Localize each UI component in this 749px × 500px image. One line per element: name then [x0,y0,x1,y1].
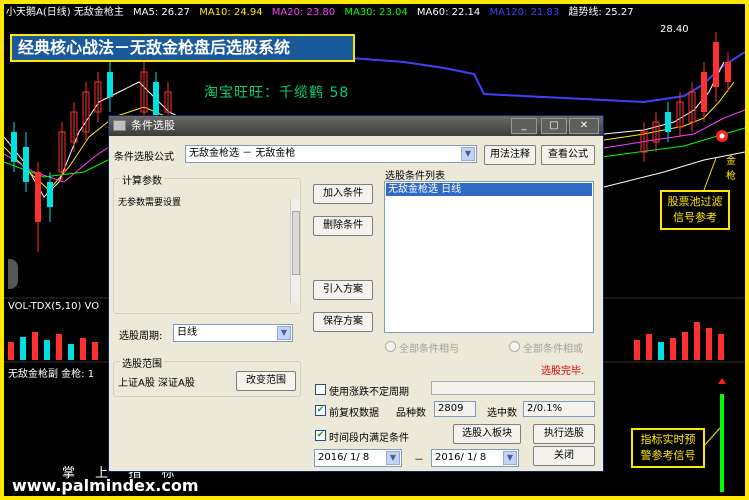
annotation-alert: 指标实时预警参考信号 [631,428,705,468]
chevron-down-icon[interactable]: ▼ [277,326,291,340]
trend-line [583,151,745,193]
selected-count-label: 选中数 [487,408,517,419]
date-from-value: 2016/ 1/ 8 [318,452,370,463]
condition-list[interactable]: 无敌金枪选 日线 [384,181,594,333]
list-item[interactable]: 无敌金枪选 日线 [386,183,592,196]
annotation-filter: 股票池过滤信号参考 [660,190,730,230]
to-block-button[interactable]: 选股入板块 [453,424,521,444]
usage-button[interactable]: 用法注释 [484,145,536,165]
ma60-value: MA60: 22.14 [416,7,481,18]
radio-and[interactable] [385,341,396,352]
range-title: 选股范围 [120,355,164,370]
ma30-value: MA30: 23.04 [344,7,408,18]
minimize-icon[interactable]: _ [511,118,537,134]
stock-selection-dialog: 条件选股 _ □ ✕ 条件选股公式 无敌金枪选 － 无敌金枪 ▼ 用法注释 查看… [108,115,604,472]
progress-bar [431,381,595,395]
pre-adjust-label: 前复权数据 [329,408,379,419]
close-icon[interactable]: ✕ [569,118,599,134]
alert-arrow-icon [718,378,726,384]
variety-count-field: 2809 [434,401,476,417]
view-formula-button[interactable]: 查看公式 [541,145,595,165]
radio-or-label: 全部条件相或 [523,344,583,355]
calc-params-text: 无参数需要设置 [118,198,182,208]
dialog-title: 条件选股 [131,119,175,132]
variable-period-label: 使用涨跌不定周期 [329,387,409,398]
within-period-checkbox[interactable]: ✔ [315,430,326,441]
price-label: 28.40 [660,24,689,35]
date-to-picker[interactable]: 2016/ 1/ 8 ▼ [431,449,519,467]
banner-title: 经典核心战法－无敌金枪盘后选股系统 [10,34,355,62]
maximize-icon[interactable]: □ [541,118,567,134]
save-plan-button[interactable]: 保存方案 [313,312,373,332]
params-scrollbar[interactable] [290,199,300,303]
pre-adjust-checkbox[interactable]: ✔ [315,405,326,416]
date-from-picker[interactable]: 2016/ 1/ 8 ▼ [314,449,402,467]
period-value: 日线 [177,327,197,338]
dialog-titlebar[interactable]: 条件选股 _ □ ✕ [109,116,603,136]
add-condition-button[interactable]: 加入条件 [313,184,373,204]
close-button[interactable]: 关闭 [533,446,595,466]
within-period-label: 时间段内满足条件 [329,433,409,444]
selected-count-field: 2/0.1% [523,401,595,417]
trend-value: 趋势线: 25.27 [568,7,634,18]
condition-list-title: 选股条件列表 [385,171,445,182]
date-to-value: 2016/ 1/ 8 [435,452,487,463]
chevron-down-icon[interactable]: ▼ [386,451,400,465]
ma5-value: MA5: 26.27 [133,7,191,18]
side-collapse-tab[interactable] [8,259,18,289]
calc-params-title: 计算参数 [120,172,164,187]
formula-label: 条件选股公式 [114,152,174,163]
ma120-value: MA120: 21.83 [489,7,560,18]
period-label: 选股周期: [119,331,163,342]
shop-label: 淘宝旺旺：千缆鹤 58 [204,85,350,101]
signal-bar [720,394,724,492]
radio-and-label: 全部条件相与 [399,344,459,355]
variable-period-checkbox[interactable] [315,384,326,395]
period-select[interactable]: 日线 ▼ [173,324,293,342]
ma10-value: MA10: 24.94 [199,7,263,18]
formula-value: 无敌金枪选 － 无敌金枪 [189,148,296,159]
chevron-down-icon[interactable]: ▼ [461,147,475,161]
calc-params-group: 计算参数 无参数需要设置 [113,172,301,314]
indicator-bar: 小天鹅A(日线) 无敌金枪主 MA5: 26.27 MA10: 24.94 MA… [4,4,745,22]
watermark-url: www.palmindex.com [12,476,199,495]
jinqiang-label: 金枪 [726,156,736,182]
date-separator: － [414,455,424,466]
radio-or[interactable] [509,341,520,352]
change-range-button[interactable]: 改变范围 [236,371,296,391]
status-text: 选股完毕. [541,366,585,377]
formula-select[interactable]: 无敌金枪选 － 无敌金枪 ▼ [185,145,477,163]
sub-indicator-label: 无敌金枪副 金枪: 1 [8,369,95,380]
chevron-down-icon[interactable]: ▼ [503,451,517,465]
execute-button[interactable]: 执行选股 [533,424,595,444]
ma20-value: MA20: 23.80 [271,7,336,18]
import-plan-button[interactable]: 引入方案 [313,280,373,300]
volume-indicator-label: VOL-TDX(5,10) VO [8,301,100,312]
stock-title: 小天鹅A(日线) 无敌金枪主 [6,7,124,18]
range-group: 选股范围 上证A股 深证A股 改变范围 [113,355,301,397]
variety-count-label: 品种数 [396,408,426,419]
range-value: 上证A股 深证A股 [118,378,195,389]
delete-condition-button[interactable]: 删除条件 [313,216,373,236]
window-icon [113,120,126,131]
